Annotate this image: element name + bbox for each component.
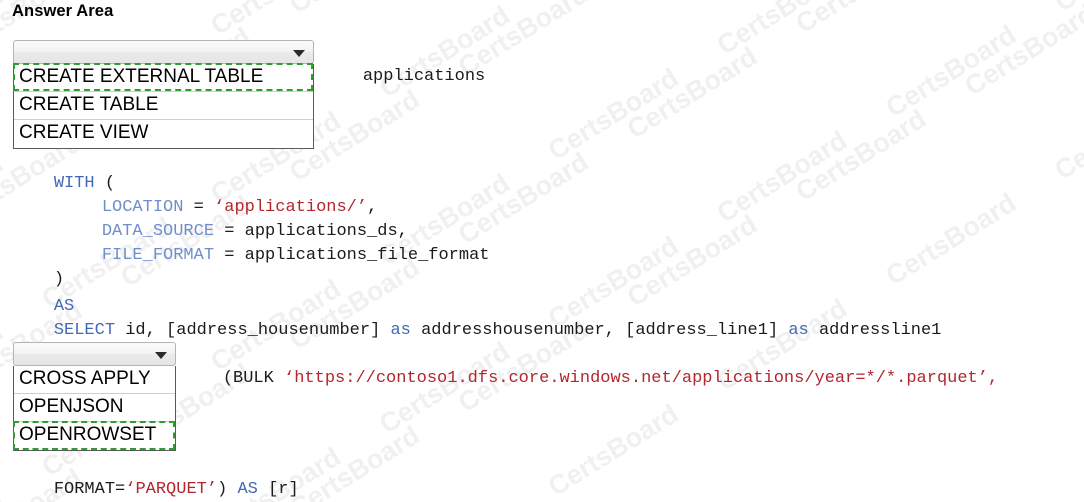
watermark-text: CertsBoard (790, 103, 932, 207)
from-clause-dropdown[interactable]: CROSS APPLY OPENJSON OPENROWSET (13, 342, 176, 451)
watermark-text: CertsBoard (959, 0, 1084, 102)
statement-type-dropdown-button[interactable] (13, 40, 314, 64)
bulk-url: ‘https://contoso1.dfs.core.windows.net/a… (284, 369, 999, 388)
object-name-text: applications (322, 41, 485, 113)
select-columns-b: addresshousenumber, [address_line1] (410, 321, 789, 340)
dropdown-option-create-view[interactable]: CREATE VIEW (14, 120, 313, 148)
format-close-paren: ) (217, 480, 238, 499)
watermark-text: CertsBoard (0, 0, 9, 84)
from-clause-dropdown-button[interactable] (13, 342, 176, 366)
dropdown-option-openjson[interactable]: OPENJSON (14, 394, 175, 422)
code-line-bulk: (BULK ‘https://contoso1.dfs.core.windows… (182, 343, 998, 415)
statement-type-dropdown[interactable]: CREATE EXTERNAL TABLE CREATE TABLE CREAT… (13, 40, 314, 149)
keyword-as-1: as (390, 321, 411, 340)
watermark-text: CertsBoard (284, 0, 425, 20)
watermark-text: CertsBoard (0, 316, 9, 420)
format-quote-close: ’ (206, 480, 218, 499)
watermark-text: CertsBoard (880, 19, 1022, 123)
keyword-as-2: as (788, 321, 809, 340)
page-title: Answer Area (12, 2, 114, 20)
option-fileformat-label: FILE_FORMAT (101, 246, 215, 265)
fileformat-equals: = (214, 246, 245, 265)
watermark-text: CertsBoard (880, 187, 1022, 291)
format-alias: [r] (257, 480, 299, 499)
watermark-row: CertsBoardCertsBoardCertsBoardCertsBoard… (0, 0, 1084, 46)
watermark-text: CertsBoard (1049, 82, 1084, 186)
format-value: PARQUET (135, 480, 207, 499)
dropdown-option-create-external-table[interactable]: CREATE EXTERNAL TABLE (13, 63, 313, 92)
dropdown-option-openrowset[interactable]: OPENROWSET (13, 421, 175, 450)
watermark-text: CertsBoard (0, 484, 9, 502)
chevron-down-icon (293, 50, 305, 57)
watermark-text: CertsBoard (791, 0, 932, 40)
from-clause-dropdown-list[interactable]: CROSS APPLY OPENJSON OPENROWSET (13, 366, 176, 451)
answer-area-screen: CertsBoard CertsBoard CertsBoard CertsBoard… (0, 0, 1084, 502)
watermark-text: CertsBoard (711, 125, 853, 229)
object-name-value: applications (362, 67, 486, 86)
watermark-text: CertsBoard (0, 148, 9, 252)
select-columns-a: id, [address_housenumber] (115, 321, 391, 340)
dropdown-option-create-table[interactable]: CREATE TABLE (14, 92, 313, 120)
keyword-as-3: AS (237, 480, 258, 499)
code-line-fileformat: FILE_FORMAT = applications_file_format (13, 220, 490, 292)
format-quote-open: ‘ (125, 480, 136, 499)
watermark-text: CertsBoard (542, 62, 684, 166)
bulk-open: (BULK (222, 369, 285, 388)
watermark-text: CertsBoard (711, 0, 853, 61)
select-columns-c: addressline1 (808, 321, 942, 340)
code-line-go: GO (13, 478, 74, 502)
watermark-text: CertsBoard (1049, 0, 1084, 18)
watermark-text: CertsBoard (621, 41, 763, 145)
statement-type-dropdown-list[interactable]: CREATE EXTERNAL TABLE CREATE TABLE CREAT… (13, 63, 314, 149)
fileformat-value: applications_file_format (244, 246, 490, 265)
watermark-text: CertsBoard (284, 420, 425, 502)
dropdown-option-cross-apply[interactable]: CROSS APPLY (14, 366, 175, 394)
chevron-down-icon (155, 352, 167, 359)
watermark-text: CertsBoard (205, 0, 346, 42)
